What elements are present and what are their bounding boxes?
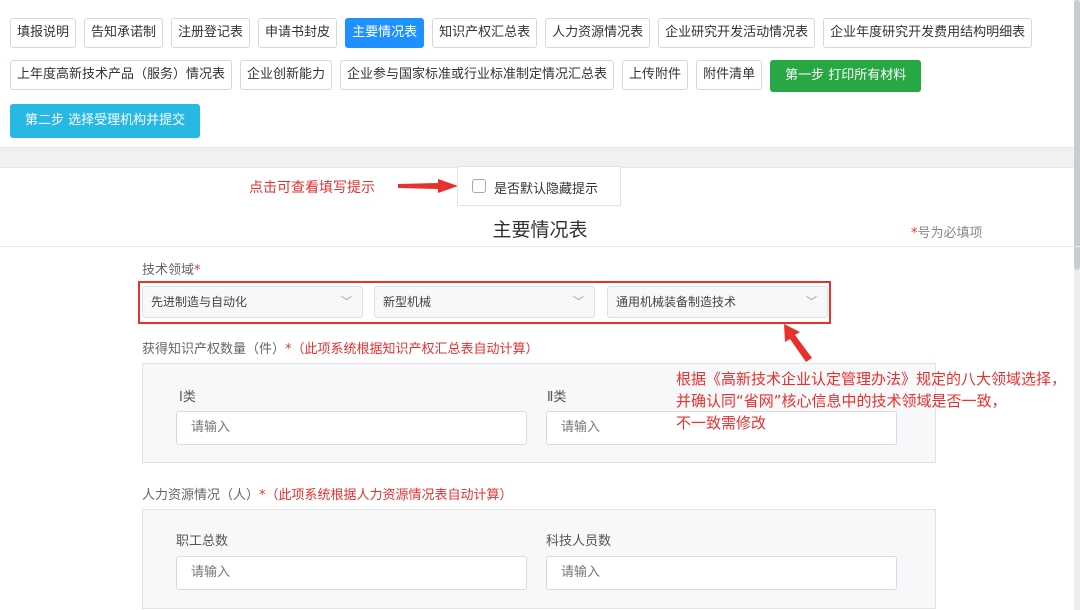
- tab-rd-cost[interactable]: 企业年度研究开发费用结构明细表: [823, 18, 1033, 48]
- tab-registration[interactable]: 注册登记表: [171, 18, 251, 48]
- required-note-text: 号为必填项: [917, 226, 983, 241]
- scrollbar-track[interactable]: [1074, 0, 1080, 610]
- tab-standards[interactable]: 企业参与国家标准或行业标准制定情况汇总表: [340, 60, 615, 90]
- tab-innovation[interactable]: 企业创新能力: [240, 60, 333, 90]
- hr-total-label: 职工总数: [176, 534, 229, 549]
- tab-row: 填报说明 告知承诺制 注册登记表 申请书封皮 主要情况表 知识产权汇总表 人力资…: [0, 0, 1080, 150]
- tech-field-select-1[interactable]: 先进制造与自动化 ﹀: [142, 286, 363, 318]
- tech-field-select-1-value: 先进制造与自动化: [151, 295, 248, 309]
- annotation-line-3: 不一致需修改: [676, 414, 767, 432]
- tab-rd-activity[interactable]: 企业研究开发活动情况表: [658, 18, 816, 48]
- chevron-down-icon: ﹀: [573, 295, 584, 308]
- tab-hr[interactable]: 人力资源情况表: [545, 18, 651, 48]
- tab-ip-summary[interactable]: 知识产权汇总表: [432, 18, 538, 48]
- hide-hint-label: 是否默认隐藏提示: [494, 182, 599, 197]
- ip-label-text: 获得知识产权数量（件）: [142, 342, 286, 357]
- chevron-down-icon: ﹀: [806, 295, 817, 308]
- tech-field-label-text: 技术领域: [142, 263, 195, 278]
- tech-field-select-3[interactable]: 通用机械装备制造技术 ﹀: [607, 286, 828, 318]
- annotation-note: 根据《高新技术企业认定管理办法》规定的八大领域选择， 并确认同“省网”核心信息中…: [676, 368, 1076, 434]
- ip-class1-label: Ⅰ类: [179, 390, 196, 405]
- tab-panel: 填报说明 告知承诺制 注册登记表 申请书封皮 主要情况表 知识产权汇总表 人力资…: [0, 0, 1080, 148]
- ip-class1-input[interactable]: 请输入: [176, 411, 527, 445]
- arrow-up-left-icon: [784, 324, 812, 362]
- tab-cover[interactable]: 申请书封皮: [258, 18, 338, 48]
- tech-field-select-2[interactable]: 新型机械 ﹀: [374, 286, 595, 318]
- divider: [0, 246, 1080, 247]
- hr-label: 人力资源情况（人）*（此项系统根据人力资源情况表自动计算）: [142, 484, 513, 503]
- hr-tech-input[interactable]: 请输入: [546, 556, 897, 590]
- hr-tech-label: 科技人员数: [546, 534, 612, 549]
- hr-group: 职工总数 科技人员数 请输入 请输入: [142, 509, 936, 609]
- annotation-line-1: 根据《高新技术企业认定管理办法》规定的八大领域选择，: [676, 370, 1067, 388]
- step2-submit-button[interactable]: 第二步 选择受理机构并提交: [10, 104, 201, 138]
- tab-commitment[interactable]: 告知承诺制: [84, 18, 164, 48]
- hr-label-text: 人力资源情况（人）: [142, 488, 260, 503]
- ip-class2-label: Ⅱ类: [547, 390, 567, 405]
- ip-required: *（此项系统根据知识产权汇总表自动计算）: [285, 342, 539, 357]
- step1-print-button[interactable]: 第一步 打印所有材料: [770, 60, 922, 92]
- arrow-right-icon: [398, 179, 458, 193]
- annotation-line-2: 并确认同“省网”核心信息中的技术领域是否一致，: [676, 392, 1007, 410]
- tab-attachment-list[interactable]: 附件清单: [696, 60, 763, 90]
- tab-hightech-products[interactable]: 上年度高新技术产品（服务）情况表: [10, 60, 233, 90]
- hide-hint-checkbox[interactable]: [472, 179, 486, 193]
- tech-field-select-2-value: 新型机械: [383, 295, 432, 309]
- hr-required: *（此项系统根据人力资源情况表自动计算）: [259, 488, 513, 503]
- tab-upload[interactable]: 上传附件: [622, 60, 689, 90]
- hint-annotation: 点击可查看填写提示: [249, 180, 375, 196]
- tech-field-required: *: [194, 263, 201, 278]
- tab-main-info[interactable]: 主要情况表: [345, 18, 425, 48]
- tech-field-label: 技术领域*: [142, 259, 201, 278]
- ip-label: 获得知识产权数量（件）*（此项系统根据知识产权汇总表自动计算）: [142, 338, 539, 357]
- tab-fill-instructions[interactable]: 填报说明: [10, 18, 77, 48]
- chevron-down-icon: ﹀: [341, 295, 352, 308]
- hr-total-input[interactable]: 请输入: [176, 556, 527, 590]
- tech-field-select-3-value: 通用机械装备制造技术: [616, 295, 737, 309]
- required-note: *号为必填项: [911, 222, 983, 241]
- hide-hint-toggle[interactable]: 是否默认隐藏提示: [457, 166, 621, 206]
